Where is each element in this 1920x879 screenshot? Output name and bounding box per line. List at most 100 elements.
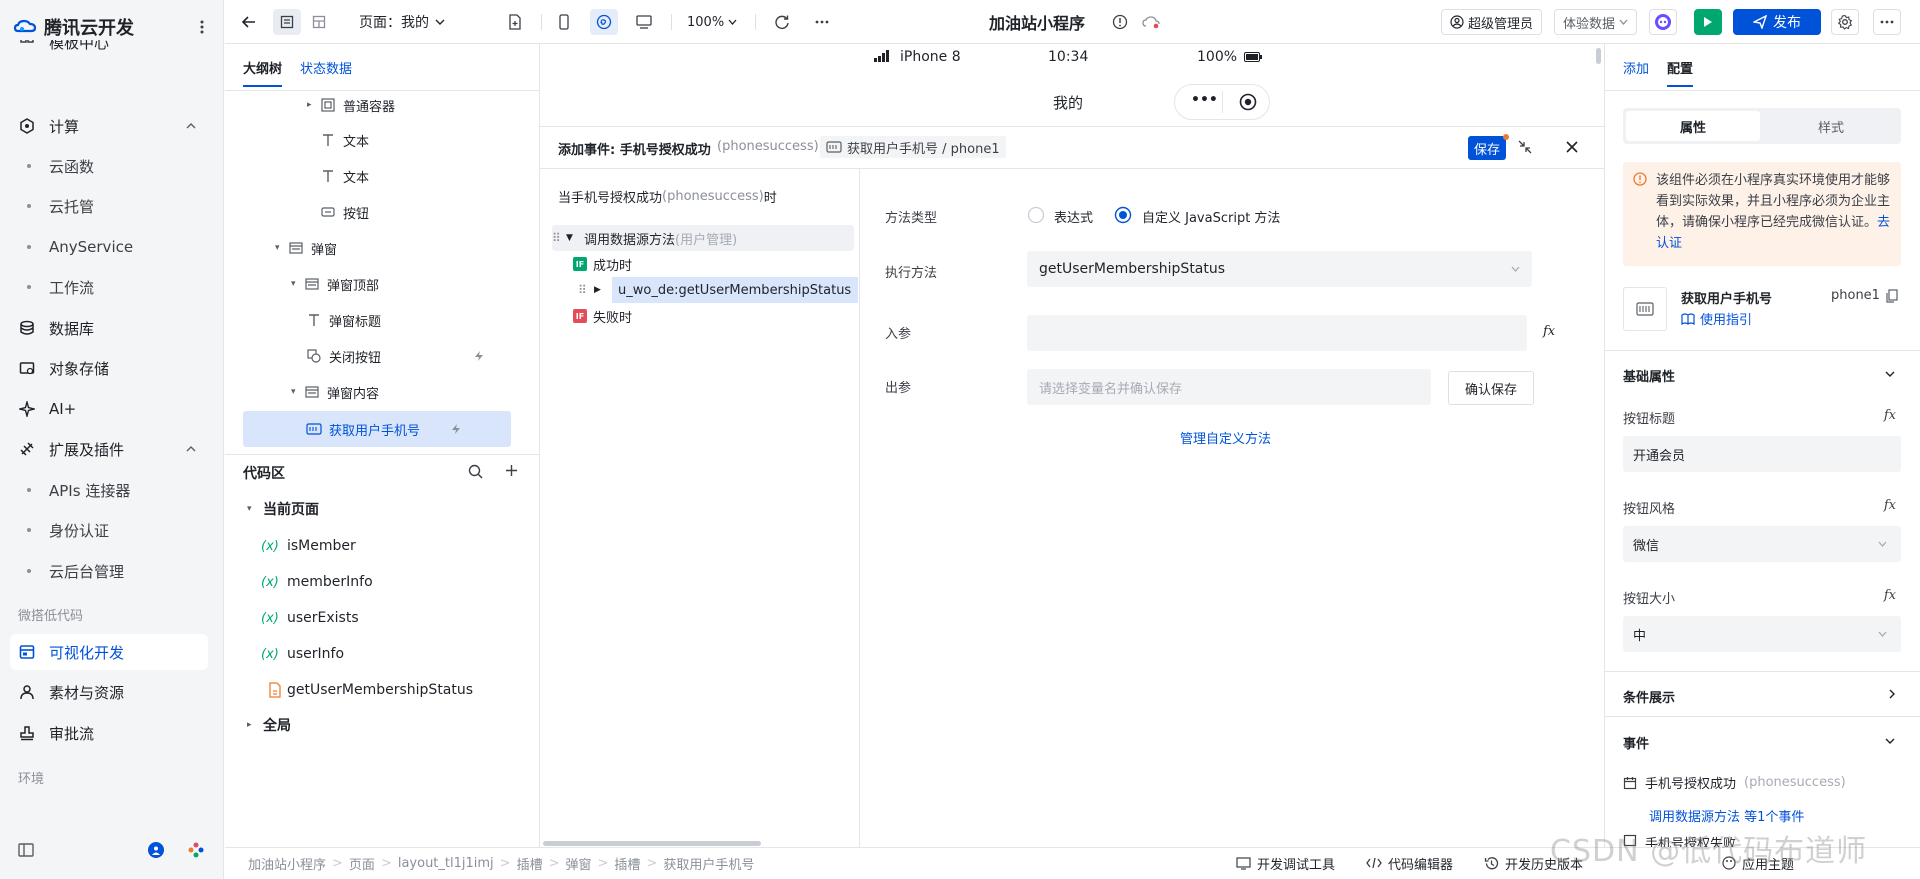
guide-link[interactable]: 使用指引 [1681, 309, 1752, 328]
cloud-sync-icon[interactable] [1137, 9, 1165, 35]
segment-properties[interactable]: 属性 [1626, 111, 1760, 141]
fx-expression-icon[interactable]: fx [1543, 324, 1555, 339]
code-editor-button[interactable]: 代码编辑器 [1366, 847, 1453, 879]
chevron-right-icon[interactable] [1889, 689, 1895, 699]
layout-icon[interactable] [305, 9, 333, 35]
collapse-arrows-icon[interactable] [1518, 140, 1532, 154]
breadcrumb-item[interactable]: 插槽 [614, 854, 640, 873]
user-avatar-icon[interactable] [148, 842, 164, 858]
flow-success-action[interactable]: ⠿ ▶ u_wo_de:getUserMembershipStatus [578, 277, 851, 303]
collapse-sidebar-icon[interactable] [18, 843, 34, 857]
nav-item-approval[interactable]: 审批流 [0, 715, 224, 751]
tree-node-button[interactable]: 按钮 [319, 195, 369, 229]
conditional-display-section[interactable]: 条件展示 [1623, 687, 1675, 706]
devtools-button[interactable]: 开发调试工具 [1236, 847, 1335, 879]
data-mode-select[interactable]: 体验数据 [1554, 9, 1638, 35]
fx-expression-icon[interactable]: fx [1884, 588, 1896, 603]
radio-expression[interactable] [1027, 206, 1045, 224]
tab-outline-tree[interactable]: 大纲树 [243, 58, 283, 87]
breadcrumb-item[interactable]: 弹窗 [565, 854, 591, 873]
tab-config[interactable]: 配置 [1667, 58, 1694, 87]
btn-size-select[interactable]: 中 [1623, 616, 1901, 652]
more-horizontal-icon[interactable] [1873, 9, 1901, 35]
chevron-down-icon[interactable] [1885, 371, 1895, 377]
nav-group-compute[interactable]: 计算 [0, 108, 224, 144]
nav-item-cloud-function[interactable]: 云函数 [0, 148, 224, 184]
tree-node-modal-content[interactable]: ▾ 弹窗内容 [291, 375, 379, 409]
nav-item-materials[interactable]: 素材与资源 [0, 674, 224, 710]
code-group-current-page[interactable]: ▾ 当前页面 [247, 492, 319, 526]
nav-item-workflow[interactable]: 工作流 [0, 269, 224, 305]
code-method-item[interactable]: getUserMembershipStatus [263, 673, 473, 707]
capsule-close-icon[interactable] [1239, 93, 1257, 111]
output-params-field[interactable]: 请选择变量名并确认保存 [1027, 369, 1431, 405]
capsule-menu[interactable]: ••• [1174, 84, 1270, 120]
breadcrumb-item[interactable]: 页面 [349, 854, 375, 873]
more-vertical-icon[interactable] [196, 18, 208, 36]
miniprogram-view-icon[interactable] [590, 9, 618, 35]
tree-node-modal[interactable]: ▾ 弹窗 [275, 231, 337, 265]
back-arrow-icon[interactable] [235, 9, 263, 35]
tree-node-modal-title[interactable]: 弹窗标题 [305, 303, 381, 337]
nav-group-extensions[interactable]: 扩展及插件 [0, 431, 224, 467]
nav-item-auth[interactable]: 身份认证 [0, 512, 224, 548]
add-page-icon[interactable] [501, 9, 529, 35]
breadcrumb-item[interactable]: layout_tl1j1imj [398, 856, 494, 871]
nav-item-apis-connector[interactable]: APIs 连接器 [0, 472, 224, 508]
tree-node-container[interactable]: ▸ 普通容器 [307, 88, 395, 122]
manage-methods-link[interactable]: 管理自定义方法 [1180, 428, 1271, 447]
event-save-button[interactable]: 保存 [1468, 136, 1506, 160]
drag-handle-icon[interactable]: ⠿ [552, 231, 566, 245]
tree-node-close-button[interactable]: 关闭按钮 [305, 339, 505, 373]
input-params-field[interactable] [1027, 315, 1527, 351]
more-horizontal-icon[interactable] [808, 9, 836, 35]
segment-styles[interactable]: 样式 [1764, 111, 1898, 141]
brand[interactable]: 腾讯云开发 [14, 14, 134, 40]
exec-method-select[interactable]: getUserMembershipStatus [1027, 251, 1532, 287]
breadcrumb-item[interactable]: 获取用户手机号 [663, 854, 754, 873]
nav-item-ai[interactable]: AI+ [0, 391, 224, 427]
capsule-more-icon[interactable]: ••• [1191, 92, 1218, 108]
tree-node-modal-header[interactable]: ▾ 弹窗顶部 [291, 267, 379, 301]
tree-node-phone-button[interactable]: 获取用户手机号 [305, 412, 505, 446]
code-var-item[interactable]: (x) memberInfo [261, 565, 373, 599]
nav-item-cloud-run[interactable]: 云托管 [0, 188, 224, 224]
info-icon[interactable] [1106, 9, 1134, 35]
tree-node-text[interactable]: 文本 [319, 123, 369, 157]
basic-props-section[interactable]: 基础属性 [1623, 366, 1675, 385]
btn-style-select[interactable]: 微信 [1623, 526, 1901, 562]
copy-icon[interactable] [1886, 289, 1898, 303]
fx-expression-icon[interactable]: fx [1884, 498, 1896, 513]
nav-item-visual-dev[interactable]: 可视化开发 [10, 634, 208, 670]
settings-gear-icon[interactable] [1831, 9, 1859, 35]
event-summary-link[interactable]: 调用数据源方法 等1个事件 [1649, 806, 1804, 825]
code-group-global[interactable]: ▸ 全局 [247, 708, 291, 742]
confirm-save-button[interactable]: 确认保存 [1448, 371, 1534, 405]
breadcrumb-item[interactable]: 插槽 [517, 854, 543, 873]
tree-node-text[interactable]: 文本 [319, 159, 369, 193]
radio-custom-js[interactable] [1114, 206, 1132, 224]
scrollbar-thumb[interactable] [1596, 48, 1601, 64]
flow-fail-branch[interactable]: IF 失败时 [573, 303, 632, 329]
event-item[interactable]: 手机号授权成功 (phonesuccess) [1623, 773, 1846, 792]
tab-state-data[interactable]: 状态数据 [300, 58, 352, 77]
colorful-flower-icon[interactable] [188, 842, 204, 858]
tab-add[interactable]: 添加 [1623, 58, 1649, 77]
mobile-view-icon[interactable] [550, 9, 578, 35]
page-list-icon[interactable] [273, 9, 301, 35]
page-selector[interactable]: 页面：我的 [359, 9, 445, 35]
publish-button[interactable]: 发布 [1733, 9, 1821, 35]
horizontal-scrollbar[interactable] [543, 841, 761, 846]
preview-play-icon[interactable] [1694, 9, 1722, 35]
code-var-item[interactable]: (x) userExists [261, 601, 359, 635]
code-var-item[interactable]: (x) userInfo [261, 637, 344, 671]
code-var-item[interactable]: (x) isMember [261, 529, 356, 563]
flow-action-row[interactable]: ⠿ ▼ 调用数据源方法 (用户管理) [552, 225, 737, 251]
desktop-view-icon[interactable] [630, 9, 658, 35]
nav-item-object-storage[interactable]: 对象存储 [0, 350, 224, 386]
add-plus-icon[interactable] [505, 464, 518, 477]
flow-success-branch[interactable]: IF 成功时 [573, 251, 632, 277]
role-button[interactable]: 超级管理员 [1441, 9, 1543, 35]
search-icon[interactable] [468, 464, 483, 479]
refresh-icon[interactable] [768, 9, 796, 35]
